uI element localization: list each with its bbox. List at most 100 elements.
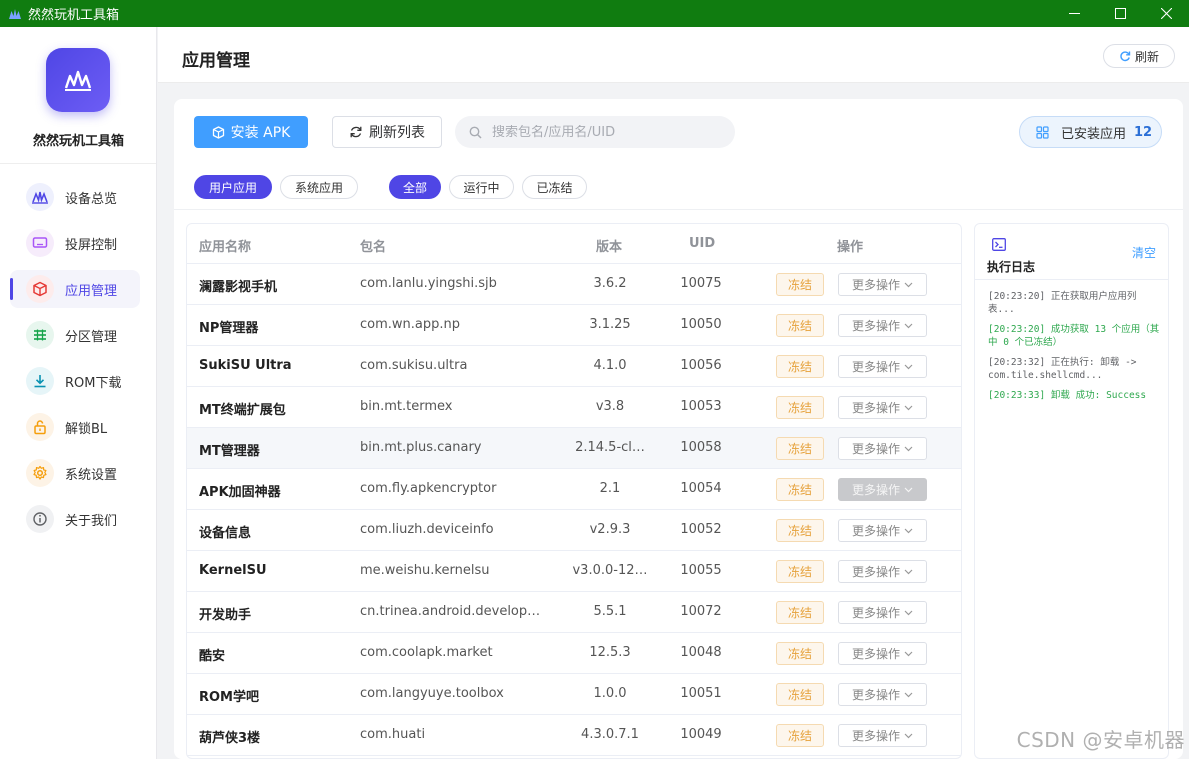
freeze-button[interactable]: 冻结 <box>776 724 824 747</box>
screen-icon <box>26 229 54 257</box>
freeze-button[interactable]: 冻结 <box>776 601 824 624</box>
more-actions-label: 更多操作 <box>851 524 900 538</box>
more-actions-button[interactable]: 更多操作 <box>838 601 927 624</box>
uid: 10058 <box>680 440 722 455</box>
table-row[interactable]: KernelSU me.weishu.kernelsu v3.0.0-12… 1005… <box>187 551 961 592</box>
sidebar-item-rom-download[interactable]: ROM下载 <box>10 362 140 400</box>
freeze-button[interactable]: 冻结 <box>776 683 824 706</box>
chevron-down-icon <box>904 528 913 533</box>
close-button[interactable] <box>1143 0 1189 27</box>
header-refresh-label: 刷新 <box>1134 49 1159 64</box>
more-actions-button[interactable]: 更多操作 <box>838 314 927 337</box>
table-row[interactable]: 设备信息 com.liuzh.deviceinfo v2.9.3 10052 冻结 更多操… <box>187 510 961 551</box>
chevron-down-icon <box>904 405 913 410</box>
table-row[interactable]: ROM学吧 com.langyuye.toolbox 1.0.0 10051 冻结 更多操… <box>187 674 961 715</box>
chart-logo-icon <box>64 70 92 91</box>
freeze-button[interactable]: 冻结 <box>776 478 824 501</box>
log-clear-button[interactable]: 清空 <box>1132 244 1156 261</box>
uid: 10048 <box>680 645 722 660</box>
package-name: me.weishu.kernelsu <box>360 563 490 578</box>
more-actions-label: 更多操作 <box>851 401 900 415</box>
version: 3.6.2 <box>593 276 627 291</box>
version: v2.9.3 <box>589 522 631 537</box>
more-actions-button[interactable]: 更多操作 <box>838 683 927 706</box>
table-row[interactable]: NP管理器 com.wn.app.np 3.1.25 10050 冻结 更多操作 <box>187 305 961 346</box>
more-actions-button[interactable]: 更多操作 <box>838 273 927 296</box>
sidebar-item-partition[interactable]: 分区管理 <box>10 316 140 354</box>
sidebar: 然然玩机工具箱 设备总览 投屏控制 应用管理 分区管理 ROM下载 解锁BL 系… <box>0 27 157 759</box>
more-actions-button[interactable]: 更多操作 <box>838 519 927 542</box>
sidebar-item-unlock-bl[interactable]: 解锁BL <box>10 408 140 446</box>
table-row[interactable]: 葫芦侠3楼 com.huati 4.3.0.7.1 10049 冻结 更多操作 <box>187 715 961 756</box>
freeze-button[interactable]: 冻结 <box>776 519 824 542</box>
more-actions-button[interactable]: 更多操作 <box>838 642 927 665</box>
app-name: MT终端扩展包 <box>199 403 286 418</box>
maximize-button[interactable] <box>1097 0 1143 27</box>
sidebar-item-app-management[interactable]: 应用管理 <box>10 270 140 308</box>
minimize-button[interactable] <box>1051 0 1097 27</box>
search-box[interactable] <box>455 116 735 148</box>
package-name: com.wn.app.np <box>360 317 460 332</box>
log-line: [20:23:20] 正在获取用户应用列表... <box>988 291 1137 315</box>
more-actions-button[interactable]: 更多操作 <box>838 396 927 419</box>
table-row[interactable]: 开发助手 cn.trinea.android.develop… 5.5.1 10072… <box>187 592 961 633</box>
filter-running[interactable]: 运行中 <box>449 175 514 199</box>
close-icon <box>1160 8 1172 19</box>
sidebar-item-label: 关于我们 <box>65 513 118 529</box>
table-row[interactable]: 澜露影视手机 com.lanlu.yingshi.sjb 3.6.2 10075 冻结 更… <box>187 264 961 305</box>
package-name: com.coolapk.market <box>360 645 493 660</box>
table-row[interactable]: 酷安 com.coolapk.market 12.5.3 10048 冻结 更多操作 <box>187 633 961 674</box>
filter-all[interactable]: 全部 <box>389 175 441 199</box>
table-row[interactable]: APK加固神器 com.fly.apkencryptor 2.1 10054 冻结 更多操… <box>187 469 961 510</box>
sidebar-item-settings[interactable]: 系统设置 <box>10 454 140 492</box>
version: 5.5.1 <box>593 604 627 619</box>
package-name: com.langyuye.toolbox <box>360 686 504 701</box>
freeze-button[interactable]: 冻结 <box>776 355 824 378</box>
freeze-button[interactable]: 冻结 <box>776 642 824 665</box>
search-input[interactable] <box>492 124 722 140</box>
log-line: [20:23:32] 正在执行: 卸载 -> com.tile.shellcmd… <box>988 357 1137 381</box>
log-line: [20:23:20] 成功获取 13 个应用（其中 0 个已冻结） <box>988 324 1160 348</box>
more-actions-label: 更多操作 <box>851 319 900 333</box>
more-actions-button[interactable]: 更多操作 <box>838 560 927 583</box>
sidebar-item-overview[interactable]: 设备总览 <box>10 178 140 216</box>
app-name: APK加固神器 <box>199 485 281 500</box>
package-name: com.lanlu.yingshi.sjb <box>360 276 497 291</box>
installed-apps-badge: 已安装应用 12 <box>1019 116 1162 148</box>
install-apk-button[interactable]: 安装 APK <box>194 116 308 148</box>
app-name: 澜露影视手机 <box>199 280 278 295</box>
freeze-button[interactable]: 冻结 <box>776 273 824 296</box>
chevron-down-icon <box>904 282 913 287</box>
package-icon <box>212 125 224 139</box>
app-name: ROM学吧 <box>199 690 259 705</box>
column-header-actions: 操作 <box>837 240 864 255</box>
installed-count: 12 <box>1134 124 1153 140</box>
sidebar-item-about[interactable]: 关于我们 <box>10 500 140 538</box>
filter-user-apps[interactable]: 用户应用 <box>194 175 272 199</box>
table-row[interactable]: MT终端扩展包 bin.mt.termex v3.8 10053 冻结 更多操作 <box>187 387 961 428</box>
freeze-button[interactable]: 冻结 <box>776 314 824 337</box>
refresh-icon <box>1120 51 1131 62</box>
table-row[interactable]: SukiSU Ultra com.sukisu.ultra 4.1.0 10056 冻结… <box>187 346 961 387</box>
more-actions-label: 更多操作 <box>851 360 900 374</box>
header-refresh-button[interactable]: 刷新 <box>1103 44 1175 68</box>
more-actions-label: 更多操作 <box>851 688 900 702</box>
app-name: 开发助手 <box>199 608 252 623</box>
freeze-button[interactable]: 冻结 <box>776 437 824 460</box>
refresh-list-button[interactable]: 刷新列表 <box>332 116 442 148</box>
sidebar-item-screen-control[interactable]: 投屏控制 <box>10 224 140 262</box>
more-actions-button[interactable]: 更多操作 <box>838 355 927 378</box>
version: v3.0.0-12… <box>572 563 648 578</box>
version: 2.1 <box>599 481 621 496</box>
filter-frozen[interactable]: 已冻结 <box>522 175 587 199</box>
more-actions-button[interactable]: 更多操作 <box>838 478 927 501</box>
more-actions-button[interactable]: 更多操作 <box>838 437 927 460</box>
freeze-button[interactable]: 冻结 <box>776 560 824 583</box>
version: 4.1.0 <box>593 358 627 373</box>
filter-system-apps[interactable]: 系统应用 <box>280 175 358 199</box>
table-row[interactable]: MT管理器 bin.mt.plus.canary 2.14.5-cl… 10058 冻结… <box>187 428 961 469</box>
package-name: cn.trinea.android.develop… <box>360 604 541 619</box>
more-actions-button[interactable]: 更多操作 <box>838 724 927 747</box>
install-apk-label: 安装 APK <box>230 125 291 141</box>
freeze-button[interactable]: 冻结 <box>776 396 824 419</box>
